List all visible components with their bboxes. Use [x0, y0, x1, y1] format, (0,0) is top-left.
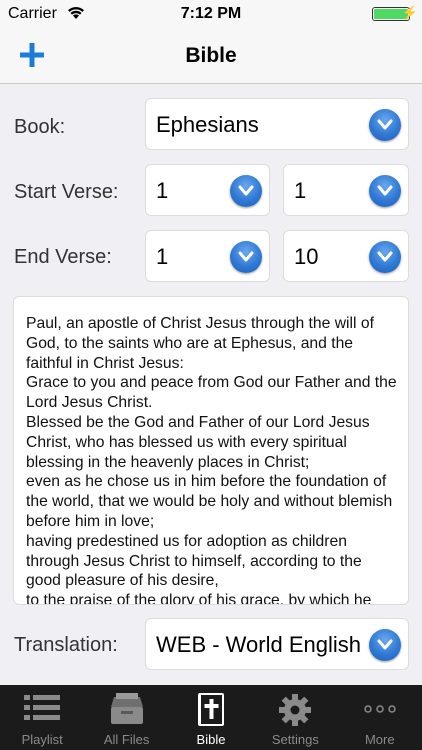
tab-more[interactable]: More: [338, 685, 422, 750]
tab-bar: Playlist All Files Bible Settings More: [0, 685, 422, 750]
end-verse-select[interactable]: 10: [283, 230, 409, 282]
status-time: 7:12 PM: [180, 5, 242, 22]
end-chapter-value: 1: [156, 244, 169, 269]
chevron-down-icon: [369, 109, 401, 141]
page-title: Bible: [185, 44, 237, 67]
list-icon: [24, 693, 61, 728]
end-verse-label: End Verse:: [14, 246, 112, 268]
end-chapter-select[interactable]: 1: [145, 230, 270, 282]
translation-value: WEB - World English: [156, 632, 361, 657]
bible-form: Book: Ephesians Start Verse: 1 1 End Ver…: [0, 85, 422, 685]
start-chapter-value: 1: [156, 178, 169, 203]
passage-text: Paul, an apostle of Christ Jesus through…: [26, 315, 397, 605]
more-dots-icon: [363, 701, 397, 719]
archive-box-icon: [110, 693, 144, 730]
tab-playlist[interactable]: Playlist: [0, 685, 84, 750]
tab-label: Settings: [271, 732, 319, 747]
start-verse-label: Start Verse:: [14, 181, 119, 203]
book-label: Book:: [14, 116, 66, 138]
tab-label: More: [364, 732, 395, 747]
tab-settings[interactable]: Settings: [253, 685, 337, 750]
start-chapter-select[interactable]: 1: [145, 164, 270, 216]
chevron-down-icon: [369, 241, 401, 273]
tab-label: All Files: [103, 732, 150, 747]
charging-bolt-icon: ⚡: [401, 5, 418, 20]
navigation-bar: Bible: [0, 30, 422, 84]
translation-label: Translation:: [14, 634, 118, 656]
tab-label: Bible: [196, 732, 226, 747]
tab-label: Playlist: [21, 732, 63, 747]
tab-all-files[interactable]: All Files: [84, 685, 168, 750]
start-verse-value: 1: [294, 178, 307, 203]
book-value: Ephesians: [156, 112, 259, 137]
start-verse-select[interactable]: 1: [283, 164, 409, 216]
chevron-down-icon: [230, 241, 262, 273]
translation-select[interactable]: WEB - World English: [145, 618, 409, 670]
tab-bible[interactable]: Bible: [169, 685, 253, 750]
status-bar: Carrier 7:12 PM ⚡: [0, 0, 422, 30]
bible-icon: [196, 693, 226, 732]
book-select[interactable]: Ephesians: [145, 98, 409, 150]
passage-text-view[interactable]: Paul, an apostle of Christ Jesus through…: [13, 296, 409, 605]
gear-icon: [278, 693, 312, 732]
chevron-down-icon: [369, 629, 401, 661]
chevron-down-icon: [230, 175, 262, 207]
end-verse-value: 10: [294, 244, 319, 269]
chevron-down-icon: [369, 175, 401, 207]
